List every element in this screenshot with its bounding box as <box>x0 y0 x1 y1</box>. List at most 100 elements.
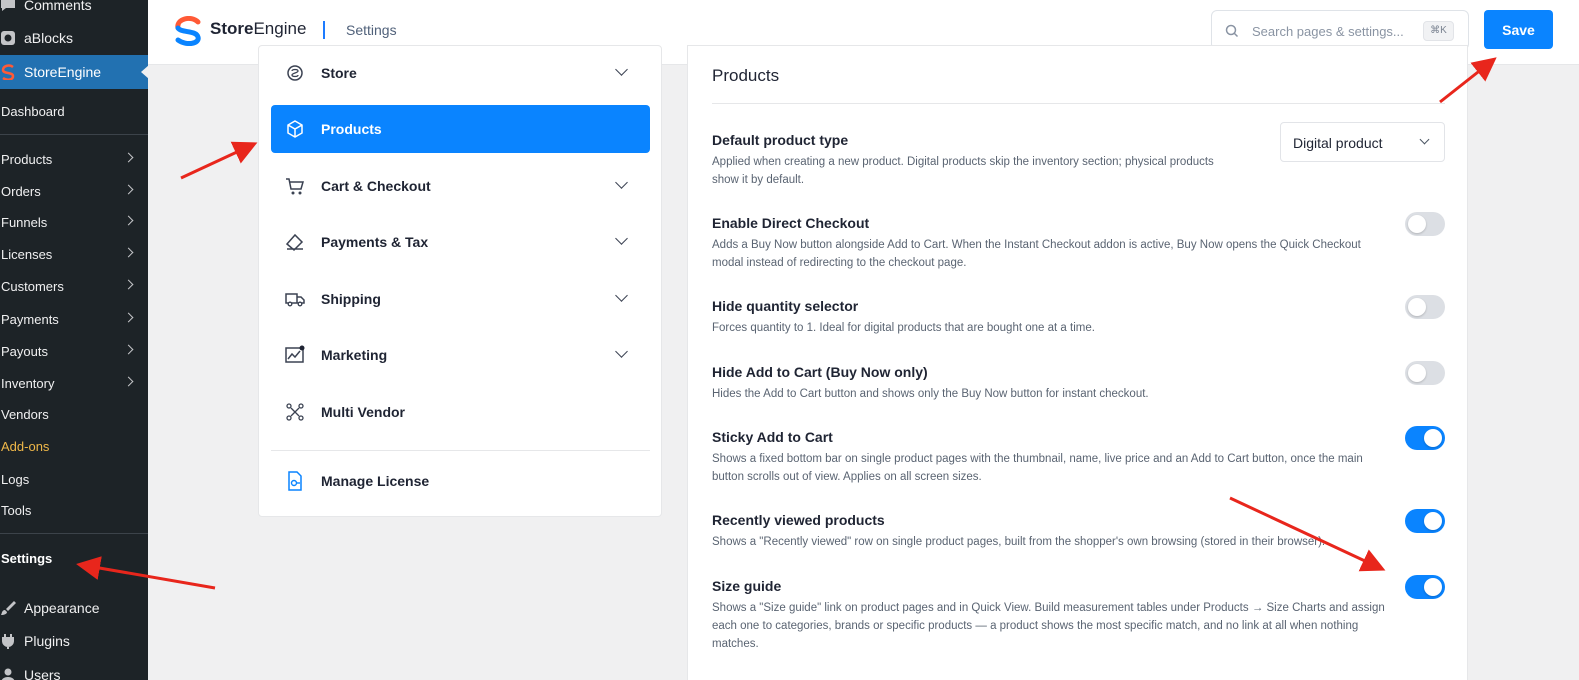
wp-submenu-tools[interactable]: Tools <box>0 496 148 524</box>
box-icon <box>287 120 303 138</box>
wp-menu-label: Settings <box>1 550 53 566</box>
wp-menu-label: Tools <box>1 502 32 518</box>
wp-submenu-payouts[interactable]: Payouts <box>0 337 148 365</box>
recently-viewed-toggle[interactable] <box>1405 509 1445 533</box>
nav-item-manage-license[interactable]: Manage License <box>271 457 650 505</box>
setting-description: Hides the Add to Cart button and shows o… <box>712 388 1149 400</box>
wp-submenu-products[interactable]: Products <box>0 145 148 173</box>
wp-menu-label: Logs <box>1 471 30 487</box>
tag-icon <box>285 233 304 252</box>
wp-submenu-payments[interactable]: Payments <box>0 305 148 333</box>
direct-checkout-toggle[interactable] <box>1405 212 1445 236</box>
chevron-right-icon <box>123 312 134 323</box>
product-type-select[interactable]: Digital product <box>1280 122 1445 162</box>
nav-item-payments-tax[interactable]: Payments & Tax <box>271 218 650 266</box>
wp-menu-label: Vendors <box>1 406 49 422</box>
search-icon <box>1225 24 1239 38</box>
wp-submenu-settings[interactable]: Settings <box>0 544 148 572</box>
wp-menu-label: Inventory <box>1 375 55 391</box>
setting-title: Sticky Add to Cart <box>712 429 833 445</box>
truck-icon <box>285 293 305 307</box>
wp-submenu-inventory[interactable]: Inventory <box>0 369 148 397</box>
chevron-right-icon <box>123 344 134 355</box>
nav-item-label: Manage License <box>321 473 430 489</box>
settings-panel: Products Default product type Applied wh… <box>687 45 1468 680</box>
divider <box>271 450 650 451</box>
comments-icon <box>1 0 15 11</box>
setting-title: Hide quantity selector <box>712 298 859 314</box>
size-guide-toggle[interactable] <box>1405 575 1445 599</box>
wp-menu-label: Products <box>1 151 53 167</box>
wp-submenu-customers[interactable]: Customers <box>0 272 148 300</box>
wp-submenu-addons[interactable]: Add-ons <box>0 432 148 460</box>
chevron-right-icon <box>123 152 134 163</box>
store-icon <box>287 65 303 81</box>
wp-menu-label: Orders <box>1 183 41 199</box>
nav-item-marketing[interactable]: Marketing <box>271 331 650 379</box>
storeengine-logo-icon <box>175 16 201 46</box>
wp-submenu-vendors[interactable]: Vendors <box>0 400 148 428</box>
sticky-add-to-cart-toggle[interactable] <box>1405 426 1445 450</box>
wp-menu-plugins[interactable]: Plugins <box>0 627 148 655</box>
chevron-right-icon <box>123 247 134 258</box>
nav-item-label: Products <box>321 121 382 137</box>
setting-title: Hide Add to Cart (Buy Now only) <box>712 364 928 380</box>
wp-submenu-orders[interactable]: Orders <box>0 177 148 205</box>
breadcrumb[interactable]: Settings <box>346 22 397 38</box>
setting-description: Shows a fixed bottom bar on single produ… <box>712 453 1363 483</box>
search-input[interactable]: Search pages & settings... ⌘K <box>1211 10 1469 50</box>
chevron-right-icon <box>123 184 134 195</box>
wp-menu-comments[interactable]: Comments <box>0 0 148 19</box>
keyboard-shortcut-badge: ⌘K <box>1423 21 1454 41</box>
nav-item-label: Multi Vendor <box>321 404 405 420</box>
nav-item-shipping[interactable]: Shipping <box>271 275 650 323</box>
license-icon <box>288 471 302 491</box>
wp-submenu-funnels[interactable]: Funnels <box>0 208 148 236</box>
app-logo-text: StoreEngine <box>210 19 307 38</box>
storeengine-logo-icon <box>1 64 15 80</box>
setting-description: Shows a "Recently viewed" row on single … <box>712 536 1326 548</box>
wp-menu-label: Payments <box>1 311 59 327</box>
nav-item-label: Payments & Tax <box>321 234 429 250</box>
annotation-arrow <box>180 141 258 180</box>
nav-item-store[interactable]: Store <box>271 49 650 97</box>
hide-quantity-toggle[interactable] <box>1405 295 1445 319</box>
nav-item-cart-checkout[interactable]: Cart & Checkout <box>271 162 650 210</box>
cart-icon <box>286 178 304 195</box>
settings-nav: Store Products Cart & Checkout Payments … <box>258 45 662 517</box>
chevron-down-icon <box>615 289 628 302</box>
chevron-down-icon <box>615 345 628 358</box>
wp-menu-storeengine[interactable]: StoreEngine <box>0 58 148 86</box>
nav-item-label: Store <box>321 65 357 81</box>
setting-description: Applied when creating a new product. Dig… <box>712 156 1214 186</box>
wp-menu-label: Dashboard <box>1 103 65 119</box>
chevron-right-icon <box>123 376 134 387</box>
ablocks-icon <box>1 31 15 45</box>
wp-menu-users[interactable]: Users <box>0 661 148 680</box>
setting-description: Shows a "Size guide" link on product pag… <box>712 602 1385 650</box>
chevron-down-icon <box>615 232 628 245</box>
wp-submenu-logs[interactable]: Logs <box>0 465 148 493</box>
nav-item-multi-vendor[interactable]: Multi Vendor <box>271 388 650 436</box>
setting-description: Adds a Buy Now button alongside Add to C… <box>712 239 1361 269</box>
setting-title: Enable Direct Checkout <box>712 215 870 231</box>
chevron-down-icon <box>1419 134 1430 145</box>
divider <box>0 533 148 534</box>
wp-menu-appearance[interactable]: Appearance <box>0 594 148 622</box>
chevron-right-icon <box>123 215 134 226</box>
wp-submenu-licenses[interactable]: Licenses <box>0 240 148 268</box>
search-placeholder: Search pages & settings... <box>1252 24 1404 39</box>
setting-title: Recently viewed products <box>712 512 885 528</box>
users-icon <box>1 668 15 680</box>
wp-menu-label: Add-ons <box>1 438 50 454</box>
wp-submenu-dashboard[interactable]: Dashboard <box>0 97 148 125</box>
select-value: Digital product <box>1293 135 1383 151</box>
chevron-down-icon <box>615 176 628 189</box>
hide-add-to-cart-toggle[interactable] <box>1405 361 1445 385</box>
nav-item-products[interactable]: Products <box>271 105 650 153</box>
chevron-right-icon <box>123 279 134 290</box>
wp-menu-ablocks[interactable]: aBlocks <box>0 24 148 52</box>
plugin-icon <box>2 634 14 649</box>
save-button[interactable]: Save <box>1484 10 1553 49</box>
setting-description: Forces quantity to 1. Ideal for digital … <box>712 322 1095 334</box>
